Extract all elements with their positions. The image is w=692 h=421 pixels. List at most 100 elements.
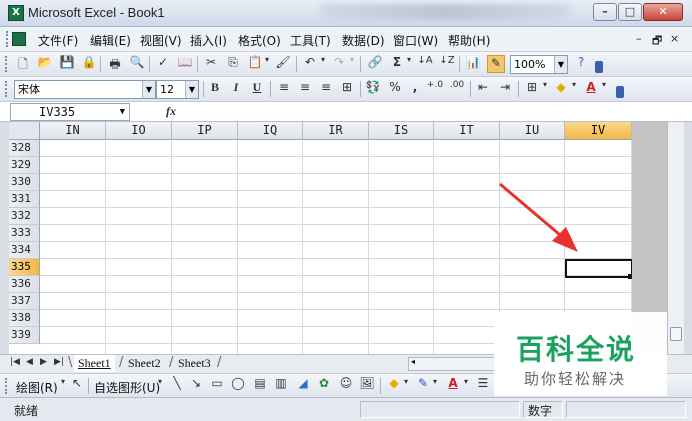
- italic-button[interactable]: I: [227, 80, 245, 98]
- chevron-down-icon[interactable]: ▼: [142, 81, 155, 98]
- next-sheet-icon[interactable]: ▶: [40, 357, 47, 367]
- increase-decimal-button[interactable]: +.0: [426, 80, 444, 98]
- arrow-icon[interactable]: ↘: [187, 376, 205, 394]
- clipart-icon[interactable]: ☺: [337, 376, 355, 394]
- menu-view[interactable]: 视图(V): [140, 32, 182, 49]
- fx-icon[interactable]: fx: [166, 104, 176, 119]
- excel-icon[interactable]: X: [8, 5, 24, 21]
- vertical-scrollbar[interactable]: [667, 122, 684, 354]
- cut-icon[interactable]: ✂: [202, 55, 220, 73]
- merge-center-icon[interactable]: ⊞: [338, 80, 356, 98]
- column-header[interactable]: IS: [369, 122, 434, 140]
- row-header[interactable]: 330: [9, 174, 40, 191]
- column-header[interactable]: IP: [172, 122, 238, 140]
- name-box[interactable]: IV335 ▼: [10, 103, 130, 121]
- autoshapes-menu[interactable]: 自选图形(U): [94, 379, 160, 396]
- currency-icon[interactable]: 💱: [364, 80, 382, 98]
- menu-data[interactable]: 数据(D): [342, 32, 385, 49]
- row-header[interactable]: 328: [9, 140, 40, 157]
- font-size-select[interactable]: 12 ▼: [156, 80, 199, 99]
- row-header[interactable]: 332: [9, 208, 40, 225]
- row-header[interactable]: 334: [9, 242, 40, 259]
- column-header[interactable]: IR: [303, 122, 369, 140]
- font-color-dropdown-icon[interactable]: ▾: [599, 80, 609, 98]
- print-icon[interactable]: 🖶: [106, 55, 124, 73]
- chevron-down-icon[interactable]: ▼: [185, 81, 198, 98]
- line-icon[interactable]: ╲: [168, 376, 186, 394]
- menu-help[interactable]: 帮助(H): [448, 32, 490, 49]
- chevron-down-icon[interactable]: ▼: [120, 104, 125, 120]
- row-header[interactable]: 338: [9, 310, 40, 327]
- save-icon[interactable]: 💾: [58, 55, 76, 73]
- menu-edit[interactable]: 编辑(E): [90, 32, 131, 49]
- open-folder-icon[interactable]: 📂: [36, 55, 54, 73]
- draw-menu[interactable]: 绘图(R): [16, 379, 58, 396]
- spelling-icon[interactable]: ✓: [154, 55, 172, 73]
- underline-button[interactable]: U: [248, 80, 266, 98]
- minimize-button[interactable]: –: [593, 3, 617, 21]
- font-color-button[interactable]: A: [444, 376, 462, 394]
- redo-dropdown-icon[interactable]: ▾: [347, 55, 357, 73]
- scrollbar-thumb[interactable]: [670, 327, 682, 341]
- rectangle-icon[interactable]: ▭: [208, 376, 226, 394]
- menu-tools[interactable]: 工具(T): [290, 32, 331, 49]
- toolbar-options-icon[interactable]: [595, 61, 603, 73]
- column-header[interactable]: IV: [565, 122, 632, 140]
- mdi-close-button[interactable]: ×: [670, 32, 679, 45]
- horizontal-scrollbar[interactable]: ◂: [408, 357, 498, 371]
- line-style-icon[interactable]: ☰: [474, 376, 492, 394]
- draw-dropdown-icon[interactable]: ▾: [58, 377, 68, 395]
- row-header[interactable]: 339: [9, 327, 40, 344]
- decrease-decimal-button[interactable]: .00: [448, 80, 466, 98]
- font-color-button[interactable]: A: [582, 80, 600, 98]
- row-header[interactable]: 329: [9, 157, 40, 174]
- column-header[interactable]: IQ: [238, 122, 303, 140]
- autosum-dropdown-icon[interactable]: ▾: [404, 55, 414, 73]
- column-header[interactable]: IN: [40, 122, 106, 140]
- row-header[interactable]: 333: [9, 225, 40, 242]
- fill-dropdown-icon[interactable]: ▾: [401, 377, 411, 395]
- help-icon[interactable]: ?: [572, 55, 590, 73]
- close-button[interactable]: ✕: [643, 3, 683, 21]
- fill-color-dropdown-icon[interactable]: ▾: [569, 80, 579, 98]
- select-objects-icon[interactable]: ↖: [68, 376, 86, 394]
- row-header[interactable]: 337: [9, 293, 40, 310]
- column-header[interactable]: IU: [500, 122, 565, 140]
- autoshapes-dropdown-icon[interactable]: ▾: [155, 377, 165, 395]
- tab-sheet3[interactable]: Sheet3: [174, 355, 215, 372]
- print-preview-icon[interactable]: 🔍: [128, 55, 146, 73]
- maximize-button[interactable]: □: [618, 3, 642, 21]
- hyperlink-icon[interactable]: 🔗: [366, 55, 384, 73]
- borders-dropdown-icon[interactable]: ▾: [540, 80, 550, 98]
- textbox-icon[interactable]: ▤: [251, 376, 269, 394]
- align-left-icon[interactable]: ≡: [275, 80, 293, 98]
- sort-ascending-icon[interactable]: ↓A: [416, 55, 434, 73]
- increase-indent-icon[interactable]: ⇥: [496, 80, 514, 98]
- percent-button[interactable]: %: [386, 80, 404, 98]
- last-sheet-icon[interactable]: ▶|: [54, 357, 64, 367]
- undo-dropdown-icon[interactable]: ▾: [318, 55, 328, 73]
- format-painter-icon[interactable]: 🖌: [274, 55, 292, 73]
- decrease-indent-icon[interactable]: ⇤: [474, 80, 492, 98]
- column-header[interactable]: IT: [434, 122, 500, 140]
- research-icon[interactable]: 📖: [176, 55, 194, 73]
- zoom-select[interactable]: 100% ▼: [510, 55, 568, 74]
- chart-wizard-icon[interactable]: 📊: [464, 55, 482, 73]
- paste-dropdown-icon[interactable]: ▾: [262, 55, 272, 73]
- toolbar-grip[interactable]: [5, 81, 9, 97]
- redo-icon[interactable]: ↷: [330, 55, 348, 73]
- comma-button[interactable]: ,: [406, 80, 424, 98]
- sort-descending-icon[interactable]: ↓Z: [438, 55, 456, 73]
- vertical-textbox-icon[interactable]: ▥: [272, 376, 290, 394]
- align-center-icon[interactable]: ≡: [296, 80, 314, 98]
- menu-insert[interactable]: 插入(I): [190, 32, 227, 49]
- prev-sheet-icon[interactable]: ◀: [26, 357, 33, 367]
- mdi-minimize-button[interactable]: –: [636, 32, 642, 45]
- row-header[interactable]: 335: [9, 259, 40, 276]
- mdi-restore-button[interactable]: 🗗: [652, 32, 662, 51]
- drawing-icon[interactable]: ✎: [487, 55, 505, 73]
- oval-icon[interactable]: ◯: [229, 376, 247, 394]
- font-name-select[interactable]: 宋体 ▼: [14, 80, 156, 99]
- picture-icon[interactable]: 🖼: [358, 376, 376, 394]
- align-right-icon[interactable]: ≡: [317, 80, 335, 98]
